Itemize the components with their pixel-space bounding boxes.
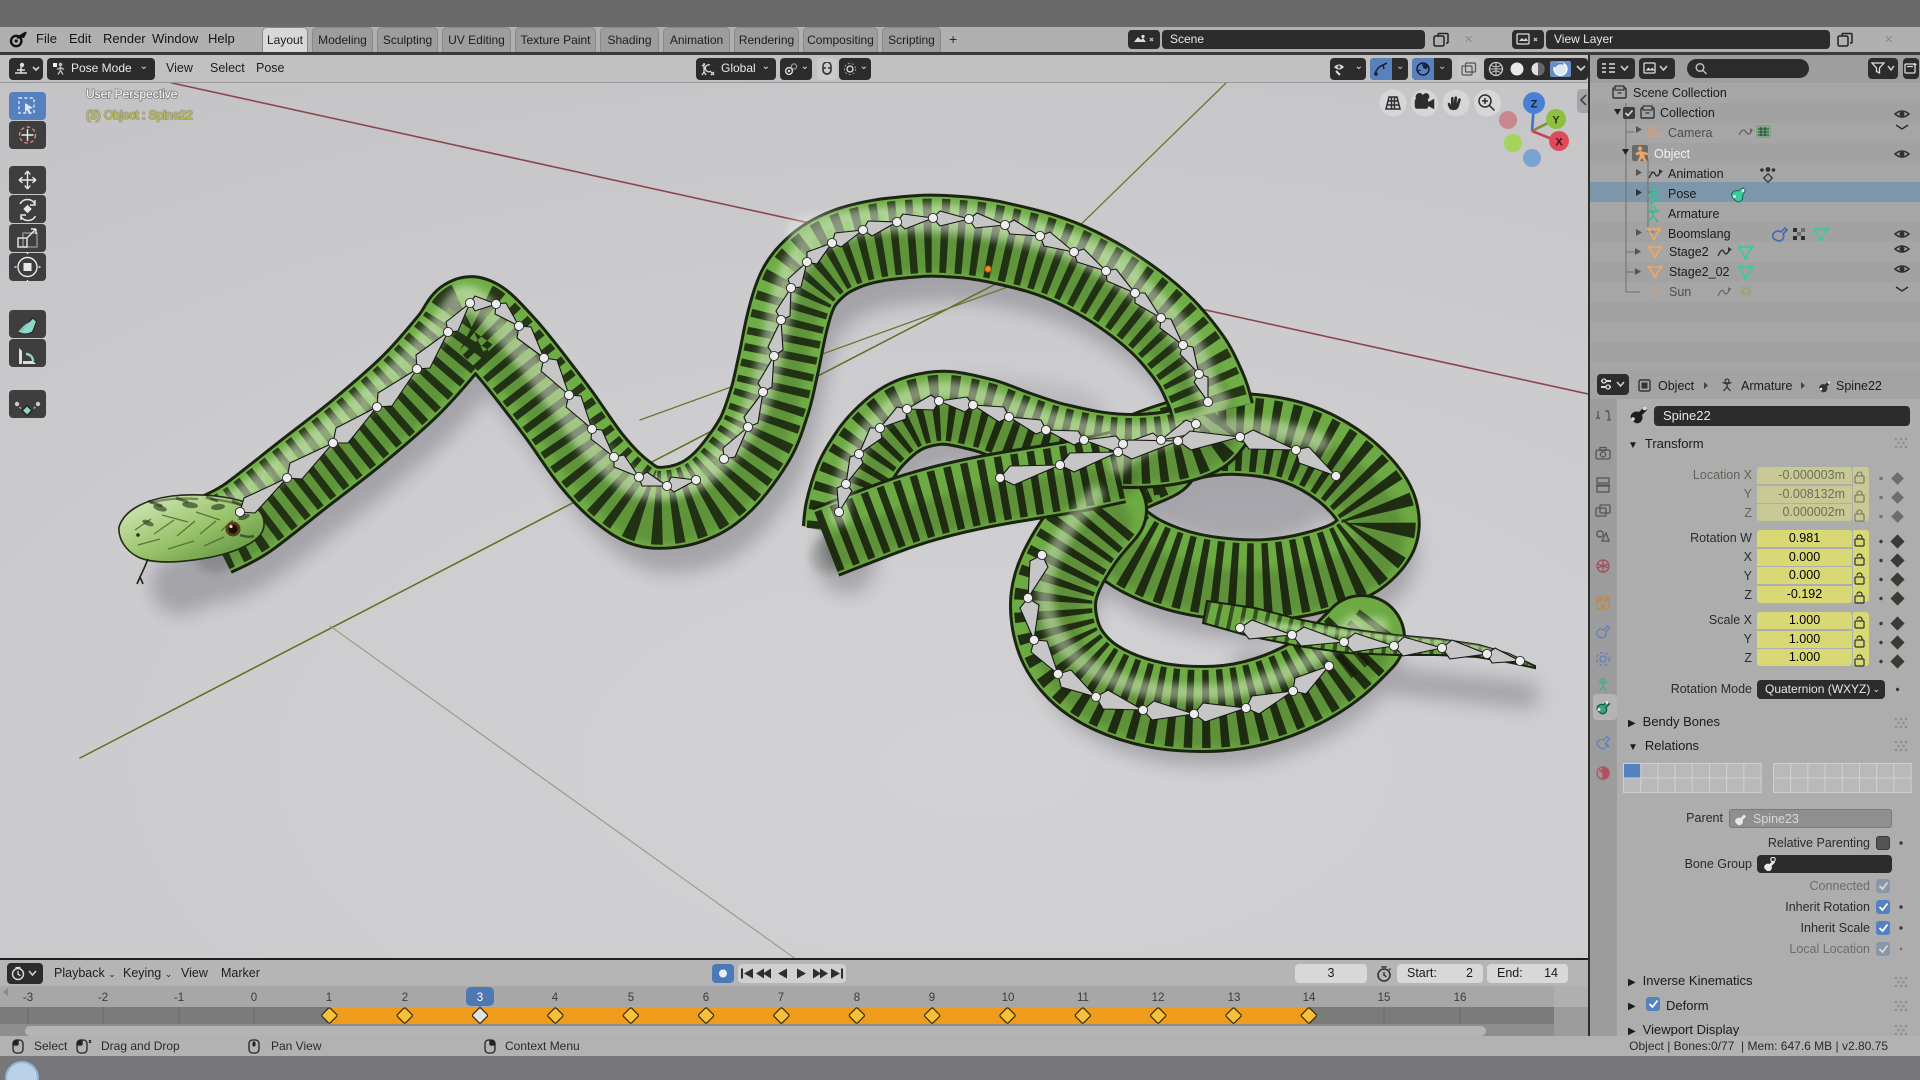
svg-text:8: 8 xyxy=(854,992,860,1004)
svg-text:13: 13 xyxy=(1228,992,1241,1004)
svg-text:10: 10 xyxy=(1002,992,1015,1004)
svg-text:X: X xyxy=(1555,137,1563,149)
svg-text:14: 14 xyxy=(1303,992,1316,1004)
svg-text:Pose: Pose xyxy=(1668,187,1697,201)
svg-text:Armature: Armature xyxy=(1668,207,1719,221)
svg-text:Scene Collection: Scene Collection xyxy=(1633,86,1727,100)
svg-text:4: 4 xyxy=(552,992,559,1004)
svg-text:11: 11 xyxy=(1077,992,1089,1004)
svg-text:0: 0 xyxy=(251,992,257,1004)
svg-text:1: 1 xyxy=(326,992,332,1004)
svg-text:Boomslang: Boomslang xyxy=(1668,227,1731,241)
svg-text:Object: Object xyxy=(1654,147,1691,161)
svg-text:-2: -2 xyxy=(98,992,108,1004)
svg-text:Object: Object xyxy=(1658,379,1695,393)
svg-text:6: 6 xyxy=(703,992,709,1004)
svg-text:Collection: Collection xyxy=(1660,106,1715,120)
svg-text:Armature: Armature xyxy=(1741,379,1792,393)
svg-text:12: 12 xyxy=(1152,992,1165,1004)
svg-text:Sun: Sun xyxy=(1669,285,1691,299)
svg-text:16: 16 xyxy=(1454,992,1467,1004)
svg-text:7: 7 xyxy=(778,992,784,1004)
svg-text:5: 5 xyxy=(628,992,634,1004)
svg-text:15: 15 xyxy=(1378,992,1391,1004)
svg-text:Spine22: Spine22 xyxy=(1836,379,1882,393)
svg-text:3: 3 xyxy=(477,992,483,1004)
svg-text:2: 2 xyxy=(402,992,408,1004)
svg-text:Stage2: Stage2 xyxy=(1669,245,1709,259)
svg-text:User Perspective: User Perspective xyxy=(86,87,178,101)
svg-text:-1: -1 xyxy=(174,992,184,1004)
svg-text:Z: Z xyxy=(1531,99,1538,111)
svg-text:Camera: Camera xyxy=(1668,126,1713,140)
svg-text:Stage2_02: Stage2_02 xyxy=(1669,265,1730,279)
svg-text:(3) Object : Spine22: (3) Object : Spine22 xyxy=(86,108,193,122)
svg-text:Animation: Animation xyxy=(1668,167,1724,181)
svg-text:-3: -3 xyxy=(23,992,33,1004)
svg-text:Y: Y xyxy=(1552,115,1560,127)
svg-text:9: 9 xyxy=(929,992,935,1004)
